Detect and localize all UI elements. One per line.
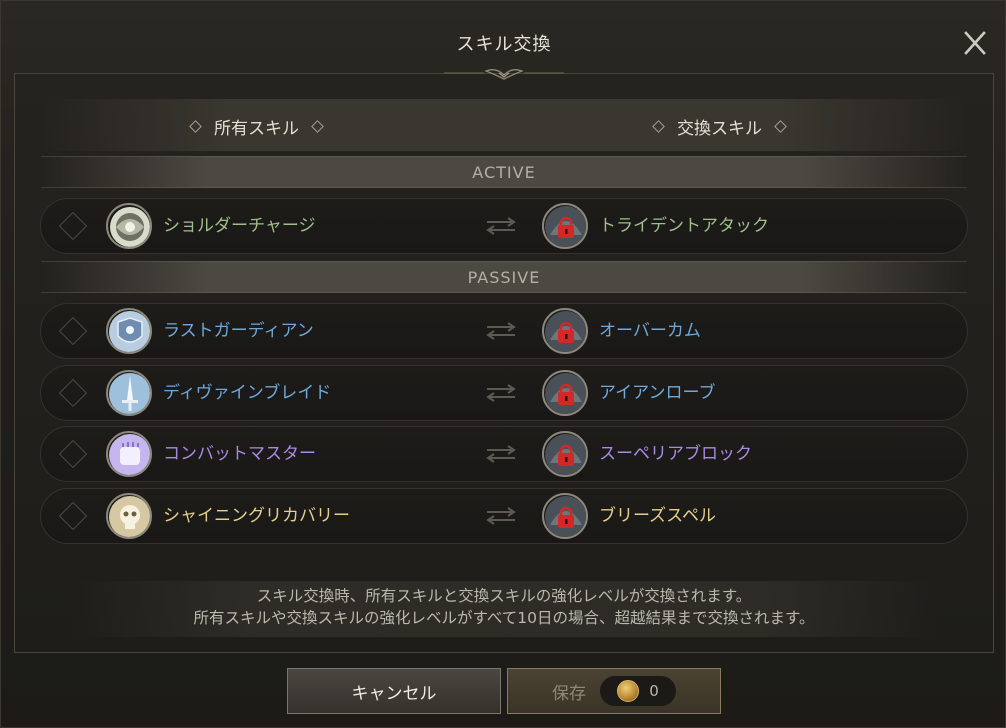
- close-icon: [964, 31, 986, 55]
- locked-skill-icon: [542, 493, 588, 539]
- owned-skill-name: ショルダーチャージ: [163, 216, 316, 236]
- owned-skill-name: コンバットマスター: [163, 444, 316, 464]
- notice-line-2: 所有スキルや交換スキルの強化レベルがすべて10日の場合、超越結果まで交換されます…: [193, 609, 815, 627]
- skill-row[interactable]: コンバットマスター スーペリアブロック: [40, 426, 968, 482]
- swap-arrows-icon: [486, 507, 516, 525]
- swap-arrows-icon: [486, 384, 516, 402]
- owned-skill-name: シャイニングリカバリー: [163, 506, 350, 526]
- select-checkbox[interactable]: [58, 439, 88, 469]
- swap-arrows-icon: [486, 217, 516, 235]
- diamond-icon: [311, 120, 324, 133]
- exchange-skills-header: 交換スキル: [652, 114, 787, 139]
- locked-skill-icon: [542, 203, 588, 249]
- save-button[interactable]: 保存 0: [507, 668, 721, 714]
- save-label: 保存: [552, 683, 586, 704]
- skill-row[interactable]: ラストガーディアン オーバーカム: [40, 303, 968, 359]
- coin-icon: [617, 680, 640, 702]
- exchange-skill-name: ブリーズスペル: [599, 506, 716, 526]
- owned-skills-label: 所有スキル: [214, 119, 299, 139]
- skill-exchange-dialog: スキル交換 所有スキル 交換スキル ACTIVE PASSIVE ショルダーチャ…: [0, 0, 1006, 728]
- exchange-notice: スキル交換時、所有スキルと交換スキルの強化レベルが交換されます。 所有スキルや交…: [71, 581, 937, 637]
- diamond-icon: [652, 120, 665, 133]
- locked-skill-icon: [542, 431, 588, 477]
- exchange-skill-name: トライデントアタック: [599, 216, 769, 236]
- close-button[interactable]: [957, 25, 993, 61]
- locked-skill-icon: [542, 370, 588, 416]
- guardian-icon: [106, 308, 152, 354]
- sword-icon: [106, 370, 152, 416]
- exchange-skill-name: オーバーカム: [599, 321, 701, 341]
- section-passive: PASSIVE: [41, 261, 967, 293]
- select-checkbox[interactable]: [58, 378, 88, 408]
- skill-row[interactable]: シャイニングリカバリー ブリーズスペル: [40, 488, 968, 544]
- swap-arrows-icon: [486, 445, 516, 463]
- column-header-band: [41, 99, 967, 151]
- select-checkbox[interactable]: [58, 211, 88, 241]
- fist-icon: [106, 431, 152, 477]
- exchange-skill-name: スーペリアブロック: [599, 444, 752, 464]
- owned-skills-header: 所有スキル: [189, 114, 324, 139]
- cost-value: 0: [649, 682, 659, 700]
- orb-icon: [106, 203, 152, 249]
- exchange-skill-name: アイアンローブ: [599, 383, 716, 403]
- title-ornament-icon: [444, 69, 564, 80]
- diamond-icon: [774, 120, 787, 133]
- exchange-skills-label: 交換スキル: [677, 119, 762, 139]
- skill-row[interactable]: ショルダーチャージ トライデントアタック: [40, 198, 968, 254]
- select-checkbox[interactable]: [58, 316, 88, 346]
- cost-pill: 0: [600, 676, 676, 706]
- owned-skill-name: ラストガーディアン: [163, 321, 314, 341]
- dialog-title: スキル交換: [456, 34, 552, 55]
- select-checkbox[interactable]: [58, 501, 88, 531]
- locked-skill-icon: [542, 308, 588, 354]
- section-active: ACTIVE: [41, 156, 967, 188]
- diamond-icon: [189, 120, 202, 133]
- notice-line-1: スキル交換時、所有スキルと交換スキルの強化レベルが交換されます。: [256, 587, 752, 605]
- swap-arrows-icon: [486, 322, 516, 340]
- owned-skill-name: ディヴァインブレイド: [163, 383, 332, 403]
- skill-row[interactable]: ディヴァインブレイド アイアンローブ: [40, 365, 968, 421]
- skull-icon: [106, 493, 152, 539]
- cancel-button[interactable]: キャンセル: [287, 668, 501, 714]
- cancel-label: キャンセル: [351, 683, 437, 704]
